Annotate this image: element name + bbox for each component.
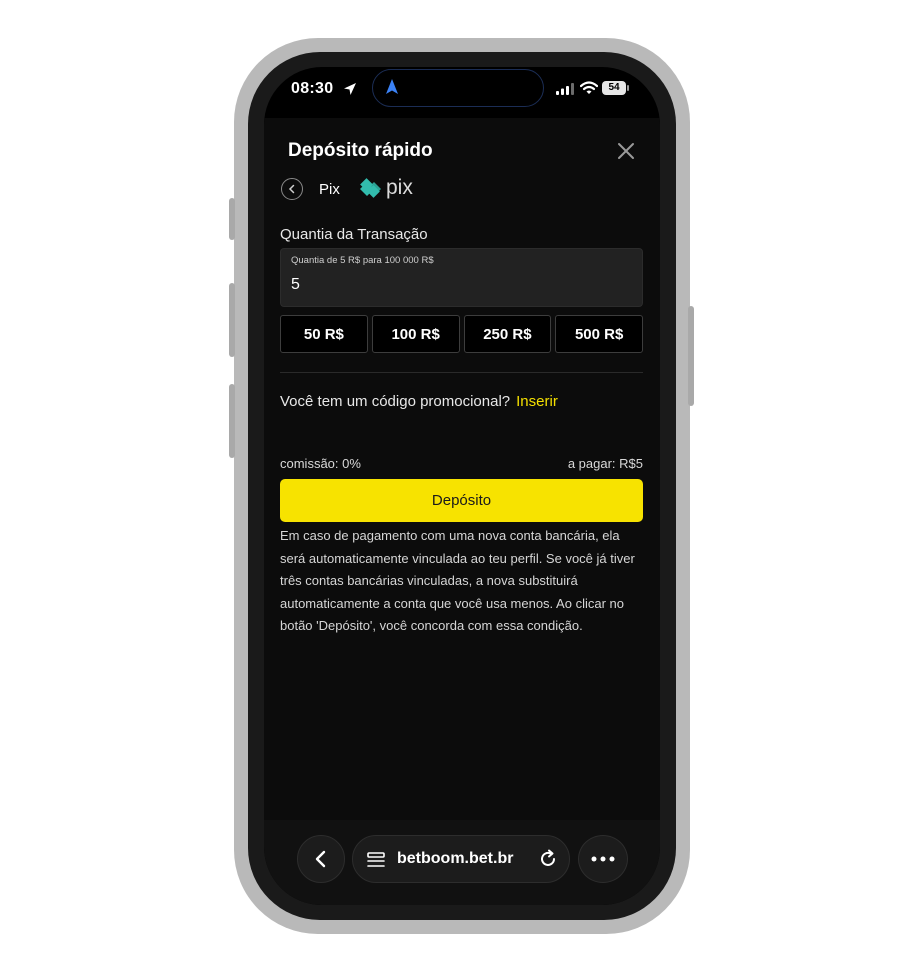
tabs-icon [367,852,385,867]
back-button[interactable] [281,178,303,200]
sheet-title: Depósito rápido [288,140,433,161]
promo-question: Você tem um código promocional? [280,393,511,410]
browser-more-button[interactable] [578,835,628,883]
dynamic-island [372,69,544,107]
quick-amount-50-button[interactable]: 50 R$ [280,315,368,353]
address-bar[interactable]: betboom.bet.br [352,835,570,883]
power-button [688,306,694,406]
deposit-button[interactable]: Depósito [280,479,643,522]
chevron-left-icon [288,184,295,194]
quick-amount-500-button[interactable]: 500 R$ [555,315,643,353]
deposit-notice-text: Em caso de pagamento com uma nova conta … [280,528,635,634]
promo-code-row: Você tem um código promocional? Inserir [280,393,558,410]
location-arrow-icon [344,83,356,95]
quick-amount-buttons: 50 R$ 100 R$ 250 R$ 500 R$ [280,315,643,353]
amount-field[interactable]: Quantia de 5 R$ para 100 000 R$ [280,248,643,307]
quick-amount-100-button[interactable]: 100 R$ [371,315,460,353]
pix-logo-icon: pix [360,176,413,199]
phone-screen: 08:30 54 Depósito rápido Pix pix Quantia… [264,67,660,905]
pix-logo-text: pix [386,176,413,199]
volume-up-button [229,283,235,357]
amount-hint: Quantia de 5 R$ para 100 000 R$ [291,255,434,266]
close-icon[interactable] [615,140,637,162]
commission-text: comissão: 0% [280,456,361,471]
amount-to-pay-text: a pagar: R$5 [567,456,643,471]
chevron-left-icon [315,850,326,868]
silent-switch [229,198,235,240]
volume-down-button [229,384,235,458]
divider [280,372,643,373]
browser-back-button[interactable] [297,835,345,883]
battery-indicator: 54 [602,81,629,95]
quick-amount-250-button[interactable]: 250 R$ [463,315,552,353]
amount-label: Quantia da Transação [280,226,428,243]
signal-icon [556,83,574,95]
promo-insert-link[interactable]: Inserir [516,393,558,410]
status-time: 08:30 [291,80,334,97]
browser-toolbar: betboom.bet.br [264,820,660,905]
reload-icon[interactable] [538,849,558,869]
wifi-icon [580,81,598,94]
payment-method-label: Pix [319,181,340,198]
amount-input[interactable] [291,273,621,297]
more-icon [591,856,615,862]
navigation-icon [386,79,398,94]
url-text: betboom.bet.br [397,850,514,867]
quick-deposit-sheet: Depósito rápido Pix pix Quantia da Trans… [264,118,660,820]
